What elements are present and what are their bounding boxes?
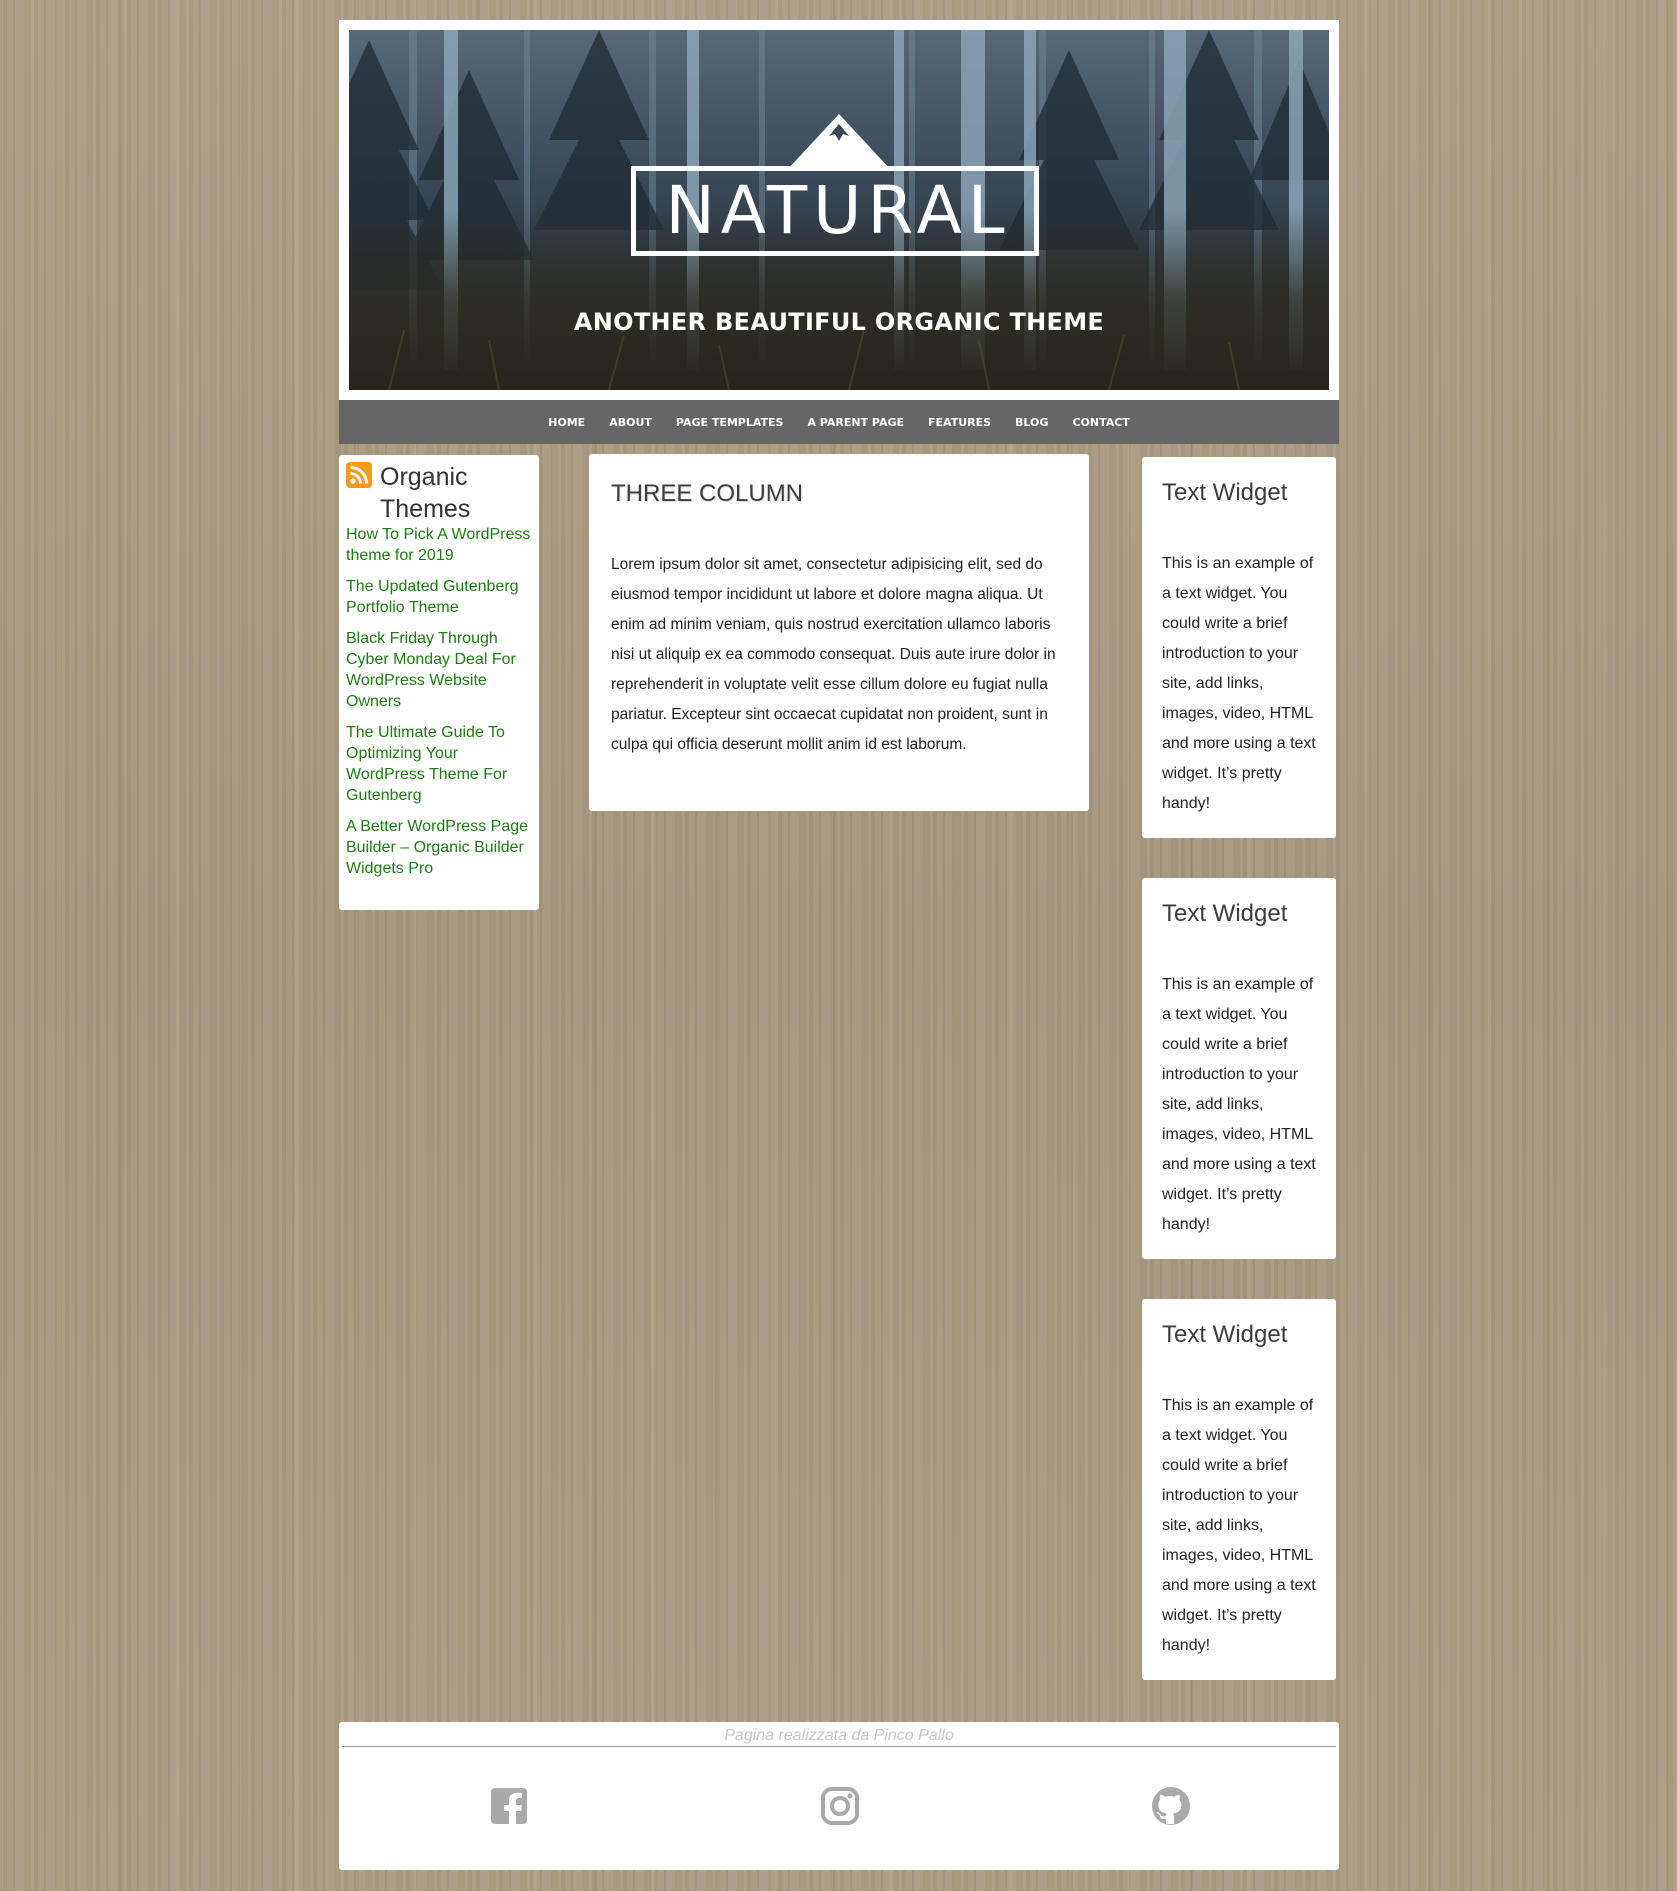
rss-widget: Organic Themes How To Pick A WordPress t… [339,455,539,910]
list-item: A Better WordPress Page Builder – Organi… [346,816,533,879]
nav-item-blog[interactable]: BLOG [1015,416,1048,429]
rss-feed-link[interactable]: The Updated Gutenberg Portfolio Theme [346,578,519,616]
header-banner: NATURAL ANOTHER BEAUTIFUL ORGANIC THEME [349,30,1329,390]
site-title: NATURAL [665,172,1011,249]
text-widget-body: This is an example of a text widget. You… [1162,1397,1316,1654]
site-footer: Pagina realizzata da Pinco Pallo [339,1722,1339,1870]
nav-item-page-templates[interactable]: PAGE TEMPLATES [676,416,784,429]
footer-divider [342,1746,1336,1747]
mountain-icon [787,114,891,170]
rss-widget-title[interactable]: Organic Themes [380,461,533,525]
rss-feed-link[interactable]: A Better WordPress Page Builder – Organi… [346,818,528,877]
nav-item-contact[interactable]: CONTACT [1072,416,1129,429]
text-widget-1: Text Widget This is an example of a text… [1142,457,1336,838]
instagram-icon[interactable] [820,1786,860,1826]
text-widget-2: Text Widget This is an example of a text… [1142,878,1336,1259]
text-widget-title: Text Widget [1162,900,1288,927]
footer-credit: Pagina realizzata da Pinco Pallo [724,1727,954,1744]
site-tagline: ANOTHER BEAUTIFUL ORGANIC THEME [573,308,1105,336]
site-header: NATURAL ANOTHER BEAUTIFUL ORGANIC THEME [339,20,1339,400]
text-widget-body: This is an example of a text widget. You… [1162,555,1316,812]
logo-box: NATURAL [631,166,1039,256]
nav-item-features[interactable]: FEATURES [928,416,991,429]
site-logo[interactable]: NATURAL ANOTHER BEAUTIFUL ORGANIC THEME [349,30,1329,390]
main-content: THREE COLUMN Lorem ipsum dolor sit amet,… [589,454,1089,811]
text-widget-3: Text Widget This is an example of a text… [1142,1299,1336,1680]
text-widget-title: Text Widget [1162,479,1288,506]
rss-feed-link[interactable]: How To Pick A WordPress theme for 2019 [346,526,530,564]
page-body: Lorem ipsum dolor sit amet, consectetur … [611,556,1056,753]
nav-item-home[interactable]: HOME [548,416,585,429]
rss-feed-link[interactable]: Black Friday Through Cyber Monday Deal F… [346,630,516,710]
list-item: The Ultimate Guide To Optimizing Your Wo… [346,722,533,806]
facebook-icon[interactable] [489,1786,529,1826]
nav-item-about[interactable]: ABOUT [609,416,652,429]
list-item: Black Friday Through Cyber Monday Deal F… [346,628,533,712]
rss-icon[interactable] [346,462,372,488]
text-widget-body: This is an example of a text widget. You… [1162,976,1316,1233]
list-item: The Updated Gutenberg Portfolio Theme [346,576,533,618]
text-widget-title: Text Widget [1162,1321,1288,1348]
rss-feed-list: How To Pick A WordPress theme for 2019 T… [346,524,533,879]
github-icon[interactable] [1151,1786,1191,1826]
page-title: THREE COLUMN [611,480,804,507]
nav-item-a-parent-page[interactable]: A PARENT PAGE [807,416,904,429]
list-item: How To Pick A WordPress theme for 2019 [346,524,533,566]
rss-feed-link[interactable]: The Ultimate Guide To Optimizing Your Wo… [346,724,507,804]
main-navigation: HOME ABOUT PAGE TEMPLATES A PARENT PAGE … [339,400,1339,444]
rss-widget-header: Organic Themes [346,459,533,524]
